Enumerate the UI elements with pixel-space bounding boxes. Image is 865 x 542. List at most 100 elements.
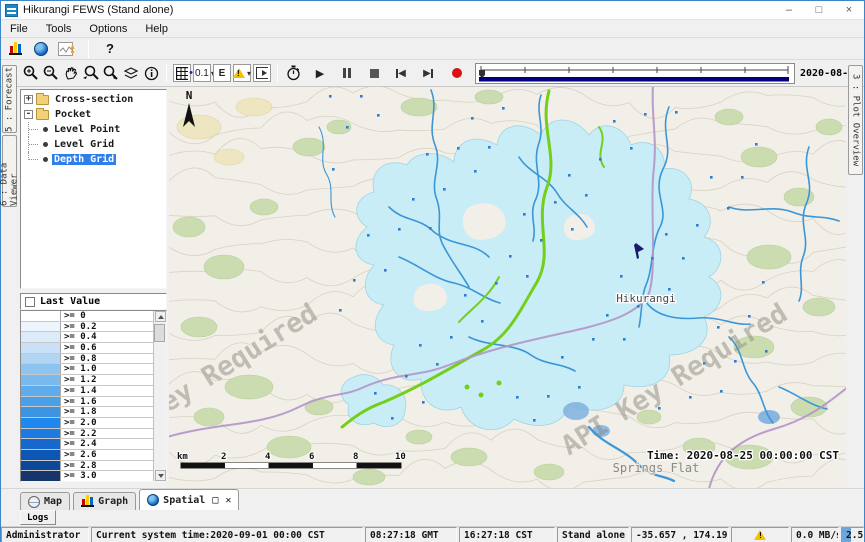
contour-interval-dropdown[interactable]: • 0.1 ▾ <box>193 64 211 82</box>
collapse-icon[interactable]: - <box>24 110 33 119</box>
legend-row-label: >= 0.8 <box>61 354 97 364</box>
menu-tools[interactable]: Tools <box>37 20 81 37</box>
status-system-time: Current system time:2020-09-01 00:00 CST <box>91 527 363 542</box>
animation-timer-icon[interactable] <box>284 63 302 83</box>
legend-row[interactable]: >= 0.2 <box>21 322 153 333</box>
database-chart-icon[interactable] <box>6 39 24 59</box>
skip-to-start-button[interactable]: ◀ <box>392 63 410 83</box>
expand-icon[interactable]: + <box>24 95 33 104</box>
legend-row[interactable]: >= 0 <box>21 311 153 322</box>
logs-button[interactable]: Logs <box>20 510 56 525</box>
map-display-globe-icon[interactable] <box>32 39 50 59</box>
tree-guide <box>28 152 42 167</box>
record-button[interactable] <box>448 63 466 83</box>
status-bar: Administrator Current system time:2020-0… <box>1 526 864 542</box>
tree-item-label[interactable]: Depth Grid <box>52 154 116 165</box>
time-slider-handle[interactable] <box>479 70 485 78</box>
tree-item-cross-section[interactable]: + Cross-section <box>23 92 166 107</box>
legend-row-label: >= 3.0 <box>61 471 97 481</box>
longitudinal-profile-icon[interactable] <box>58 39 76 59</box>
graph-bars-icon <box>81 496 94 507</box>
minimize-button[interactable]: – <box>774 1 804 19</box>
stop-button[interactable] <box>365 63 383 83</box>
svg-text:2: 2 <box>221 452 226 462</box>
tree-guide <box>28 122 42 137</box>
legend-row[interactable]: >= 1.0 <box>21 364 153 375</box>
legend-row[interactable]: >= 3.0 <box>21 471 153 481</box>
record-icon <box>452 68 462 78</box>
legend-swatch <box>21 311 61 321</box>
help-button[interactable]: ? <box>101 39 119 59</box>
last-value-checkbox[interactable] <box>25 297 35 307</box>
tab-maximize-icon[interactable]: □ <box>212 495 218 506</box>
zoom-next-icon[interactable] <box>102 63 120 83</box>
tab-map[interactable]: Map <box>20 492 70 510</box>
menu-file[interactable]: File <box>1 20 37 37</box>
zoom-previous-icon[interactable] <box>82 63 100 83</box>
time-slider[interactable] <box>475 63 795 84</box>
play-button[interactable]: ▶ <box>311 63 329 83</box>
legend-row[interactable]: >= 2.0 <box>21 418 153 429</box>
sidebar-tab-forecast[interactable]: 5 : Forecast <box>2 65 17 133</box>
legend-swatch <box>21 343 61 353</box>
bar-chart-icon <box>9 43 22 55</box>
tab-spatial[interactable]: Spatial □ ✕ <box>139 489 239 510</box>
status-mode: Stand alone <box>557 527 629 542</box>
info-icon[interactable] <box>142 63 160 83</box>
skip-to-end-button[interactable]: ▶ <box>419 63 437 83</box>
scrollbar-thumb[interactable] <box>154 324 165 342</box>
legend-swatch <box>21 429 61 439</box>
thresholds-dropdown[interactable]: ▾ <box>233 64 251 82</box>
legend-rows: >= 0>= 0.2>= 0.4>= 0.6>= 0.8>= 1.0>= 1.2… <box>21 311 153 481</box>
map-globe-icon <box>28 496 40 508</box>
pause-button[interactable] <box>338 63 356 83</box>
legend-swatch <box>21 397 61 407</box>
legend-row[interactable]: >= 2.6 <box>21 450 153 461</box>
legend-swatch <box>21 332 61 342</box>
tab-graph[interactable]: Graph <box>73 492 136 510</box>
status-warning-cell[interactable] <box>731 527 789 542</box>
zoom-in-icon[interactable] <box>22 63 40 83</box>
tree-item-level-grid[interactable]: Level Grid <box>23 137 166 152</box>
legend-row[interactable]: >= 2.8 <box>21 461 153 472</box>
sidebar-tab-plot-overview[interactable]: 3 : Plot Overview <box>848 65 863 175</box>
legend-row[interactable]: >= 1.4 <box>21 386 153 397</box>
legend-row[interactable]: >= 1.6 <box>21 397 153 408</box>
legend-row[interactable]: >= 2.4 <box>21 439 153 450</box>
legend-row[interactable]: >= 0.8 <box>21 354 153 365</box>
legend-swatch <box>21 461 61 471</box>
layers-icon[interactable] <box>122 63 140 83</box>
tree-item-depth-grid[interactable]: Depth Grid <box>23 152 166 167</box>
legend-row[interactable]: >= 2.2 <box>21 429 153 440</box>
warning-icon <box>754 530 766 540</box>
sidebar-tab-data-viewer[interactable]: 6 : Data Viewer <box>2 135 17 207</box>
legend-row[interactable]: >= 0.4 <box>21 332 153 343</box>
movie-export-button[interactable] <box>253 64 271 82</box>
legend-scrollbar[interactable] <box>153 311 166 481</box>
spatial-map[interactable]: N API Key Required API Key Required Hiku… <box>169 87 846 488</box>
profile-chart-icon <box>58 42 76 56</box>
legend-row[interactable]: >= 1.2 <box>21 375 153 386</box>
pan-hand-icon[interactable] <box>62 63 80 83</box>
menu-help[interactable]: Help <box>136 20 177 37</box>
movie-icon <box>256 67 268 79</box>
tree-item-level-point[interactable]: Level Point <box>23 122 166 137</box>
tree-item-label[interactable]: Cross-section <box>53 94 135 105</box>
legend-row[interactable]: >= 0.6 <box>21 343 153 354</box>
scroll-up-icon[interactable] <box>155 311 166 322</box>
close-button[interactable]: × <box>834 1 864 19</box>
zoom-out-icon[interactable] <box>42 63 60 83</box>
bullet-icon <box>43 142 48 147</box>
tree-item-label[interactable]: Level Grid <box>52 139 116 150</box>
tree-item-pocket[interactable]: - Pocket <box>23 107 166 122</box>
menu-options[interactable]: Options <box>80 20 136 37</box>
legend-toggle-button[interactable]: E <box>213 64 231 82</box>
scroll-down-icon[interactable] <box>155 470 166 481</box>
tab-close-icon[interactable]: ✕ <box>225 495 231 506</box>
tree-item-label[interactable]: Level Point <box>52 124 122 135</box>
maximize-button[interactable]: □ <box>804 1 834 19</box>
legend-row[interactable]: >= 1.8 <box>21 407 153 418</box>
town-label: Hikurangi <box>616 292 676 305</box>
title-bar: Hikurangi FEWS (Stand alone) – □ × <box>1 1 864 20</box>
tree-item-label[interactable]: Pocket <box>53 109 93 120</box>
